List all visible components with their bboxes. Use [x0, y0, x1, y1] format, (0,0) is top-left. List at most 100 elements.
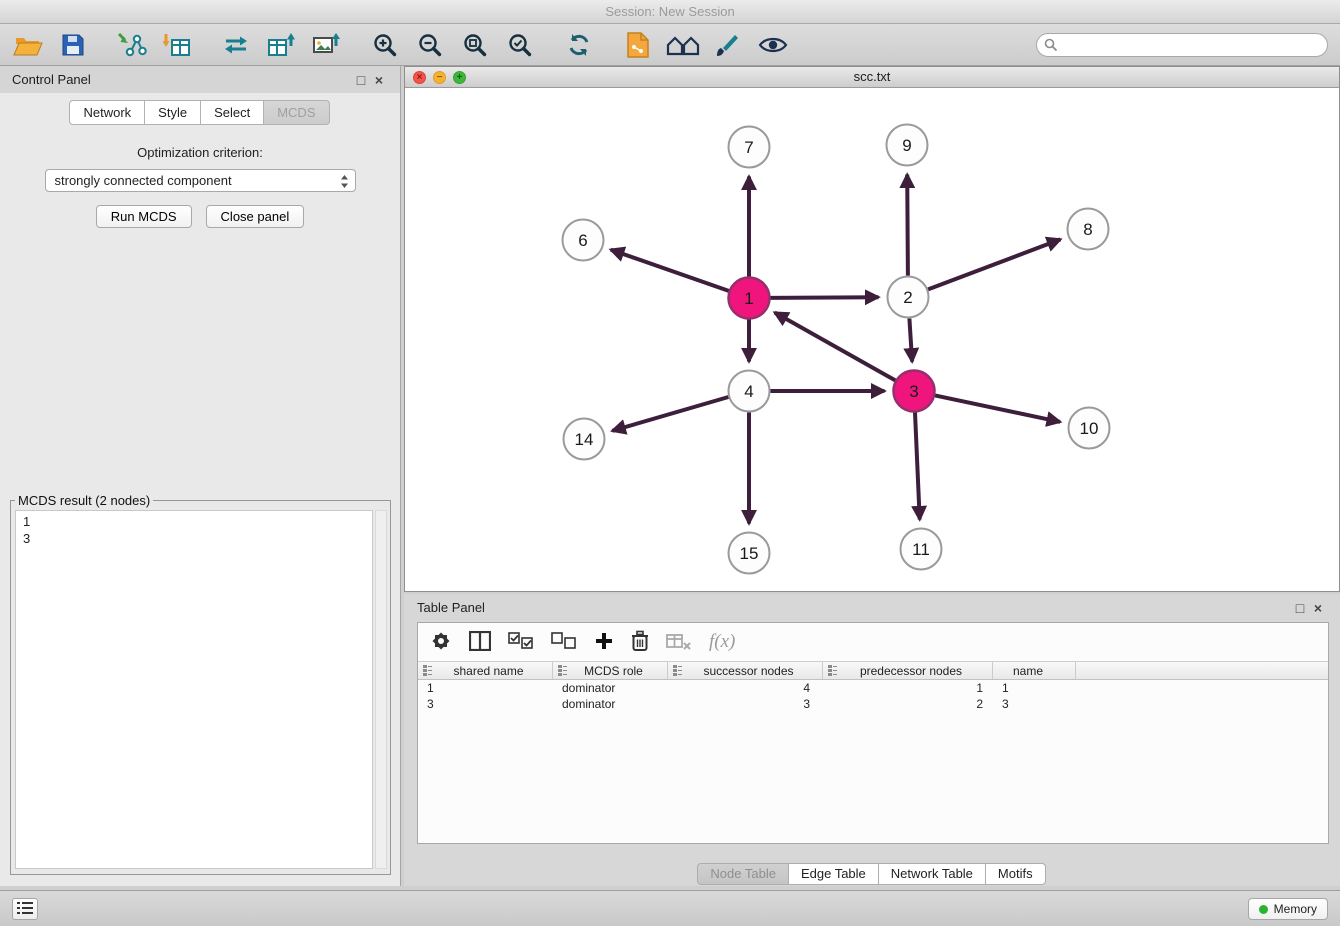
network-canvas[interactable]: 7968124314101511 — [405, 88, 1339, 591]
minimize-window-icon[interactable]: − — [433, 71, 446, 84]
tab-select[interactable]: Select — [200, 100, 264, 125]
select-all-rows-button[interactable] — [508, 632, 534, 653]
table-cell: 2 — [823, 696, 993, 712]
result-scrollbar-track[interactable] — [375, 510, 387, 869]
graph-node-label: 8 — [1083, 220, 1092, 239]
graph-edge-1-6[interactable] — [611, 250, 729, 291]
zoom-selected-icon — [507, 32, 533, 58]
export-network-button[interactable] — [220, 29, 252, 61]
import-table-icon — [163, 32, 191, 58]
column-type-icon — [673, 665, 684, 676]
graph-edge-2-3[interactable] — [909, 319, 912, 362]
tab-style[interactable]: Style — [144, 100, 201, 125]
tab-edge-table[interactable]: Edge Table — [788, 863, 879, 885]
save-session-button[interactable] — [57, 29, 89, 61]
column-type-icon — [423, 665, 434, 676]
search-input[interactable] — [1036, 33, 1328, 57]
table-row[interactable]: 3dominator323 — [418, 696, 1328, 712]
open-file-button[interactable] — [12, 29, 44, 61]
tab-node-table[interactable]: Node Table — [697, 863, 789, 885]
column-header-name[interactable]: name — [993, 662, 1076, 679]
graph-node-label: 3 — [909, 382, 918, 401]
paint-style-button[interactable] — [712, 29, 744, 61]
refresh-arrows-icon — [566, 32, 592, 58]
delete-table-button[interactable] — [666, 632, 692, 653]
table-body: 1dominator4113dominator323 — [418, 680, 1328, 712]
network-document-button[interactable] — [622, 29, 654, 61]
graph-node-label: 9 — [902, 136, 911, 155]
export-table-button[interactable] — [265, 29, 297, 61]
graph-edge-2-8[interactable] — [928, 239, 1060, 289]
apply-layout-button[interactable] — [563, 29, 595, 61]
zoom-window-icon[interactable]: + — [453, 71, 466, 84]
status-bar: Memory — [0, 890, 1340, 926]
home-button[interactable] — [667, 29, 699, 61]
graph-node-label: 10 — [1080, 419, 1099, 438]
table-toolbar: f(x) — [418, 623, 1328, 661]
column-header-predecessor-nodes[interactable]: predecessor nodes — [823, 662, 993, 679]
export-image-button[interactable] — [310, 29, 342, 61]
table-row[interactable]: 1dominator411 — [418, 680, 1328, 696]
graphics-details-button[interactable] — [757, 29, 789, 61]
deselect-all-rows-button[interactable] — [551, 632, 577, 653]
export-image-icon — [312, 32, 340, 58]
column-header-successor-nodes[interactable]: successor nodes — [668, 662, 823, 679]
zoom-out-icon — [417, 32, 443, 58]
fit-content-button[interactable] — [459, 29, 491, 61]
add-row-button[interactable] — [594, 631, 614, 654]
graph-edge-3-10[interactable] — [935, 395, 1060, 422]
column-header-mcds-role[interactable]: MCDS role — [553, 662, 668, 679]
mcds-result-fieldset: MCDS result (2 nodes) 1 3 — [10, 493, 391, 875]
graph-edge-1-2[interactable] — [771, 297, 879, 298]
tab-mcds[interactable]: MCDS — [263, 100, 329, 125]
float-panel-icon[interactable]: □ — [352, 71, 370, 89]
zoom-selected-button[interactable] — [504, 29, 536, 61]
search-icon — [1044, 38, 1058, 55]
float-table-panel-icon[interactable]: □ — [1291, 599, 1309, 617]
criterion-select[interactable]: strongly connected component — [45, 169, 356, 192]
table-cell: 1 — [418, 680, 553, 696]
graph-node-label: 15 — [740, 544, 759, 563]
trash-icon — [631, 630, 649, 655]
graph-edge-3-11[interactable] — [915, 413, 920, 520]
run-mcds-button[interactable]: Run MCDS — [96, 205, 192, 228]
close-table-panel-icon[interactable]: × — [1309, 599, 1327, 617]
show-panel-list-button[interactable] — [12, 898, 38, 920]
graph-edge-3-1[interactable] — [775, 313, 896, 381]
close-window-icon[interactable]: × — [413, 71, 426, 84]
zoom-out-button[interactable] — [414, 29, 446, 61]
column-header-empty — [1076, 662, 1328, 679]
eye-icon — [758, 35, 788, 55]
table-panel: Table Panel □ × — [404, 594, 1340, 886]
houses-icon — [666, 33, 700, 57]
graph-node-label: 4 — [744, 382, 753, 401]
table-cell: 3 — [668, 696, 823, 712]
show-columns-button[interactable] — [469, 631, 491, 654]
memory-button[interactable]: Memory — [1248, 898, 1328, 920]
graph-edge-4-14[interactable] — [612, 397, 728, 431]
column-label: shared name — [437, 664, 540, 678]
delete-rows-button[interactable] — [631, 630, 649, 655]
main-toolbar — [0, 24, 1340, 66]
network-graph[interactable]: 7968124314101511 — [405, 88, 1339, 591]
table-settings-button[interactable] — [430, 630, 452, 655]
tab-motifs[interactable]: Motifs — [985, 863, 1046, 885]
control-panel-tabs: Network Style Select MCDS — [0, 100, 400, 125]
column-header-shared-name[interactable]: shared name — [418, 662, 553, 679]
table-cell: 1 — [823, 680, 993, 696]
close-panel-button[interactable]: Close panel — [206, 205, 305, 228]
tab-network-table[interactable]: Network Table — [878, 863, 986, 885]
close-panel-icon[interactable]: × — [370, 71, 388, 89]
column-label: predecessor nodes — [842, 664, 980, 678]
tab-network[interactable]: Network — [69, 100, 145, 125]
optimization-criterion-label: Optimization criterion: — [0, 145, 400, 160]
import-network-button[interactable] — [116, 29, 148, 61]
mcds-result-box[interactable]: 1 3 — [15, 510, 373, 869]
network-window-titlebar[interactable]: × − + scc.txt — [405, 67, 1339, 88]
zoom-in-button[interactable] — [369, 29, 401, 61]
graph-node-label: 7 — [744, 138, 753, 157]
apply-function-button[interactable]: f(x) — [709, 631, 735, 653]
list-icon — [17, 902, 33, 917]
import-table-button[interactable] — [161, 29, 193, 61]
graph-edge-2-9[interactable] — [907, 175, 908, 276]
